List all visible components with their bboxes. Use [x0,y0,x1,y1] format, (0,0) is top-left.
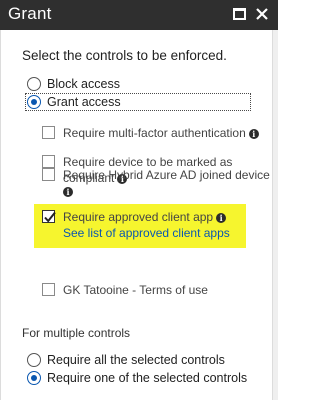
radio-label: Require all the selected controls [47,353,225,367]
info-icon[interactable]: i [216,213,227,223]
radio-grant-access[interactable]: Grant access [27,94,121,110]
controls-heading: Select the controls to be enforced. [22,48,227,63]
checkbox[interactable] [42,283,55,296]
radio-label: Block access [47,77,120,91]
checkbox-label: GK Tatooine - Terms of use [63,283,208,297]
radio-button[interactable] [27,353,41,367]
scrollbar[interactable] [272,30,278,400]
info-icon[interactable]: i [248,129,259,139]
radio-block-access[interactable]: Block access [27,76,120,92]
multiple-controls-heading: For multiple controls [22,326,131,340]
approved-apps-link[interactable]: See list of approved client apps [63,226,230,240]
title-bar: Grant [0,0,278,30]
checkbox-label: Require approved client app i See list of… [63,210,230,240]
maximize-button[interactable] [232,6,248,22]
radio-require-all[interactable]: Require all the selected controls [27,352,225,368]
radio-button[interactable] [27,77,41,91]
grant-panel: Grant Select the controls to be enforced… [0,0,278,400]
checkbox-label: Require multi-factor authentication i [63,125,259,141]
checkbox-checked[interactable] [42,210,56,223]
maximize-icon [233,8,246,20]
close-button[interactable] [254,6,270,22]
panel-title: Grant [8,4,52,23]
radio-label: Grant access [47,95,121,109]
radio-label: Require one of the selected controls [47,371,248,385]
checkbox[interactable] [42,126,55,139]
checkbox[interactable] [42,168,55,181]
checkbox[interactable] [42,155,55,168]
radio-require-one[interactable]: Require one of the selected controls [27,370,247,386]
info-icon[interactable]: i [63,187,73,197]
close-icon [256,8,268,20]
radio-button-selected[interactable] [27,371,41,385]
radio-button-selected[interactable] [27,95,41,109]
checkbox-label: Require Hybrid Azure AD joined device i [63,168,270,197]
checkmark-icon [44,211,56,223]
